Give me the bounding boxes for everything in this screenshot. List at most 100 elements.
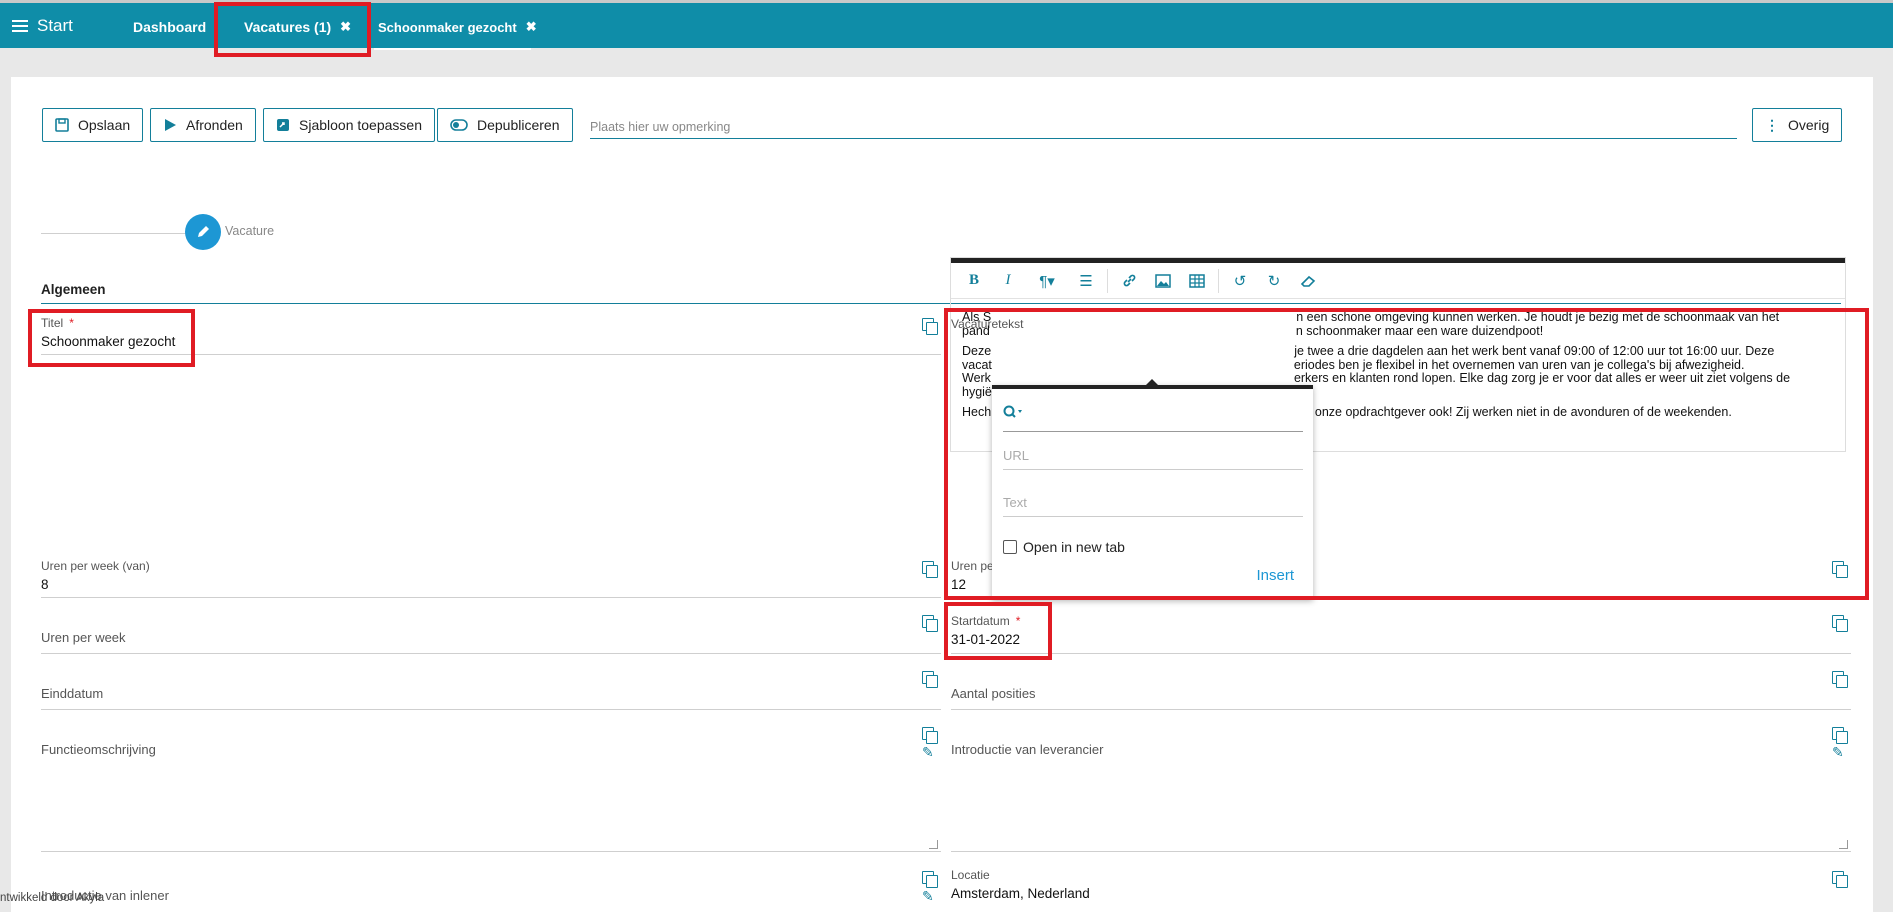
field-label: Aantal posities: [951, 686, 1036, 701]
field-label: Uren per week: [41, 630, 126, 645]
copy-icon[interactable]: [1832, 615, 1848, 632]
link-icon[interactable]: [1112, 263, 1146, 299]
close-icon[interactable]: ✖: [340, 19, 351, 35]
template-icon: [277, 119, 289, 131]
pencil-icon[interactable]: ✎: [922, 888, 934, 905]
eraser-icon[interactable]: [1291, 263, 1325, 299]
link-dialog: URL Text Open in new tab Insert: [992, 379, 1313, 599]
pencil-icon[interactable]: ✎: [922, 744, 934, 761]
copy-icon[interactable]: [922, 671, 938, 688]
field-value: 8: [41, 577, 49, 592]
functieomschrijving-field[interactable]: Functieomschrijving ✎: [41, 722, 941, 852]
uren-van-field[interactable]: Uren per week (van) 8: [41, 556, 941, 598]
resize-handle[interactable]: [1839, 840, 1848, 849]
link-search-input[interactable]: [1003, 394, 1303, 432]
field-value: Amsterdam, Nederland: [951, 886, 1090, 901]
paragraph-icon[interactable]: ¶▾: [1025, 263, 1069, 299]
field-value: Schoonmaker gezocht: [41, 334, 176, 349]
tab-dashboard[interactable]: Dashboard: [133, 3, 206, 51]
copy-icon[interactable]: [922, 727, 938, 744]
copy-icon[interactable]: [922, 871, 938, 888]
hamburger-icon[interactable]: [12, 19, 28, 33]
field-label: Titel *: [41, 316, 74, 330]
section-title: Algemeen: [41, 282, 106, 297]
url-input[interactable]: URL: [1003, 443, 1303, 470]
search-icon[interactable]: [1003, 405, 1023, 422]
copy-icon[interactable]: [922, 615, 938, 632]
titel-field[interactable]: Titel * Schoonmaker gezocht: [41, 313, 941, 355]
active-tab-indicator: [374, 48, 531, 50]
startdatum-field[interactable]: Startdatum * 31-01-2022: [951, 610, 1851, 654]
footer-credit: ntwikkeld door Akyla: [0, 892, 105, 904]
new-tab-checkbox[interactable]: [1003, 540, 1017, 554]
remark-input[interactable]: Plaats hier uw opmerking: [590, 115, 1737, 139]
more-button[interactable]: ⋮ Overig: [1752, 108, 1843, 142]
tab-vacatures[interactable]: Vacatures (1) ✖: [244, 3, 351, 51]
field-label: Locatie: [951, 868, 990, 882]
editor-toolbar: B I ¶▾ ☰ ↺ ↻: [951, 263, 1845, 299]
finish-label: Afronden: [186, 117, 243, 133]
tab-label: Vacatures (1): [244, 19, 332, 35]
field-value: 31-01-2022: [951, 632, 1021, 647]
pencil-icon: [198, 226, 209, 237]
editor-paragraph: Als Sn een schone omgeving kunnen werken…: [962, 310, 1780, 338]
uren-per-week-field[interactable]: Uren per week: [41, 610, 941, 654]
resize-handle[interactable]: [929, 840, 938, 849]
toggle-icon: [450, 119, 468, 131]
einddatum-field[interactable]: Einddatum: [41, 666, 941, 710]
tab-schoonmaker-gezocht[interactable]: Schoonmaker gezocht ✖: [378, 3, 537, 51]
copy-icon[interactable]: [1832, 871, 1848, 888]
step-vacature[interactable]: [185, 214, 221, 250]
save-button[interactable]: Opslaan: [42, 108, 144, 142]
popup-arrow: [1145, 379, 1159, 386]
table-icon[interactable]: [1180, 263, 1214, 299]
tab-label: Dashboard: [133, 19, 207, 35]
main-card: Opslaan Afronden Sjabloon toepassen Depu…: [11, 77, 1873, 912]
introductie-inlener-field[interactable]: Introductie van inlener ✎: [41, 866, 941, 912]
toolbar-divider: [1107, 268, 1108, 293]
field-value: 12: [951, 577, 967, 592]
depublish-button[interactable]: Depubliceren: [437, 108, 573, 142]
stepper-line: [41, 233, 196, 234]
copy-icon[interactable]: [1832, 727, 1848, 744]
save-icon: [55, 118, 69, 132]
list-icon[interactable]: ☰: [1069, 263, 1103, 299]
field-label: Functieomschrijving: [41, 742, 156, 757]
step-label: Vacature: [225, 224, 275, 238]
undo-icon[interactable]: ↺: [1223, 263, 1257, 299]
introductie-leverancier-field[interactable]: Introductie van leverancier ✎: [951, 722, 1851, 852]
save-label: Opslaan: [78, 117, 131, 133]
top-bar: Start Dashboard Vacatures (1) ✖ Schoonma…: [0, 0, 1893, 51]
field-label: Startdatum *: [951, 614, 1021, 628]
text-input[interactable]: Text: [1003, 490, 1303, 517]
more-label: Overig: [1788, 117, 1830, 133]
copy-icon[interactable]: [1832, 561, 1848, 578]
aantal-posities-field[interactable]: Aantal posities: [951, 666, 1851, 710]
bold-icon[interactable]: B: [957, 263, 991, 299]
copy-icon[interactable]: [1832, 671, 1848, 688]
start-label: Start: [37, 16, 73, 35]
depublish-label: Depubliceren: [477, 117, 560, 133]
pencil-icon[interactable]: ✎: [1832, 744, 1844, 761]
field-label: Introductie van leverancier: [951, 742, 1104, 757]
template-label: Sjabloon toepassen: [299, 117, 422, 133]
start-menu[interactable]: Start: [12, 16, 73, 36]
image-icon[interactable]: [1146, 263, 1180, 299]
toolbar-divider: [1218, 268, 1219, 293]
field-label: Uren per week (van): [41, 559, 150, 573]
finish-button[interactable]: Afronden: [150, 108, 256, 142]
insert-button[interactable]: Insert: [1256, 567, 1294, 584]
copy-icon[interactable]: [922, 561, 938, 578]
copy-icon[interactable]: [922, 318, 938, 335]
redo-icon[interactable]: ↻: [1257, 263, 1291, 299]
locatie-field[interactable]: Locatie Amsterdam, Nederland: [951, 866, 1851, 912]
new-tab-label: Open in new tab: [1023, 539, 1125, 555]
close-icon[interactable]: ✖: [526, 19, 537, 35]
apply-template-button[interactable]: Sjabloon toepassen: [263, 108, 435, 142]
field-label: Einddatum: [41, 686, 104, 701]
play-icon: [165, 119, 176, 131]
field-label: Uren pe: [951, 559, 994, 573]
italic-icon[interactable]: I: [991, 263, 1025, 299]
more-vert-icon: ⋮: [1765, 116, 1779, 133]
tab-label: Schoonmaker gezocht: [378, 19, 517, 35]
